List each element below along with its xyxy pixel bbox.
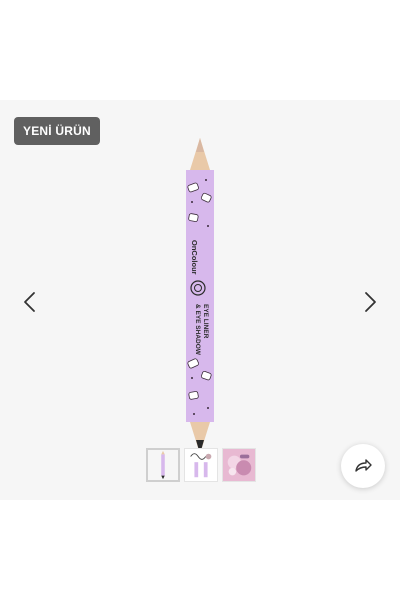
thumbnail-3[interactable] [222,448,256,482]
thumbnail-pencil-image [148,450,178,480]
chevron-right-icon [365,292,376,312]
previous-image-button[interactable] [18,290,42,314]
product-name-line1: EYE LINER [202,304,209,339]
thumbnail-1[interactable] [146,448,180,482]
share-arrow-icon [355,459,372,472]
product-name-line2: & EYE SHADOW [194,304,201,356]
thumbnail-strip [146,448,256,482]
thumbnail-2[interactable] [184,448,218,482]
chevron-left-icon [24,292,35,312]
thumbnail-lifestyle-image [223,449,255,481]
new-product-badge: YENİ ÜRÜN [14,117,100,145]
brand-label: OnColour [190,240,199,275]
next-image-button[interactable] [358,290,382,314]
share-button[interactable] [341,444,385,488]
product-pencil-image: OnColour EYE LINER & EYE SHADOW [186,138,214,454]
product-image-gallery: YENİ ÜRÜN OnColour EYE LINER & EYE SHADO… [0,100,400,500]
thumbnail-swatch-image [185,449,217,481]
